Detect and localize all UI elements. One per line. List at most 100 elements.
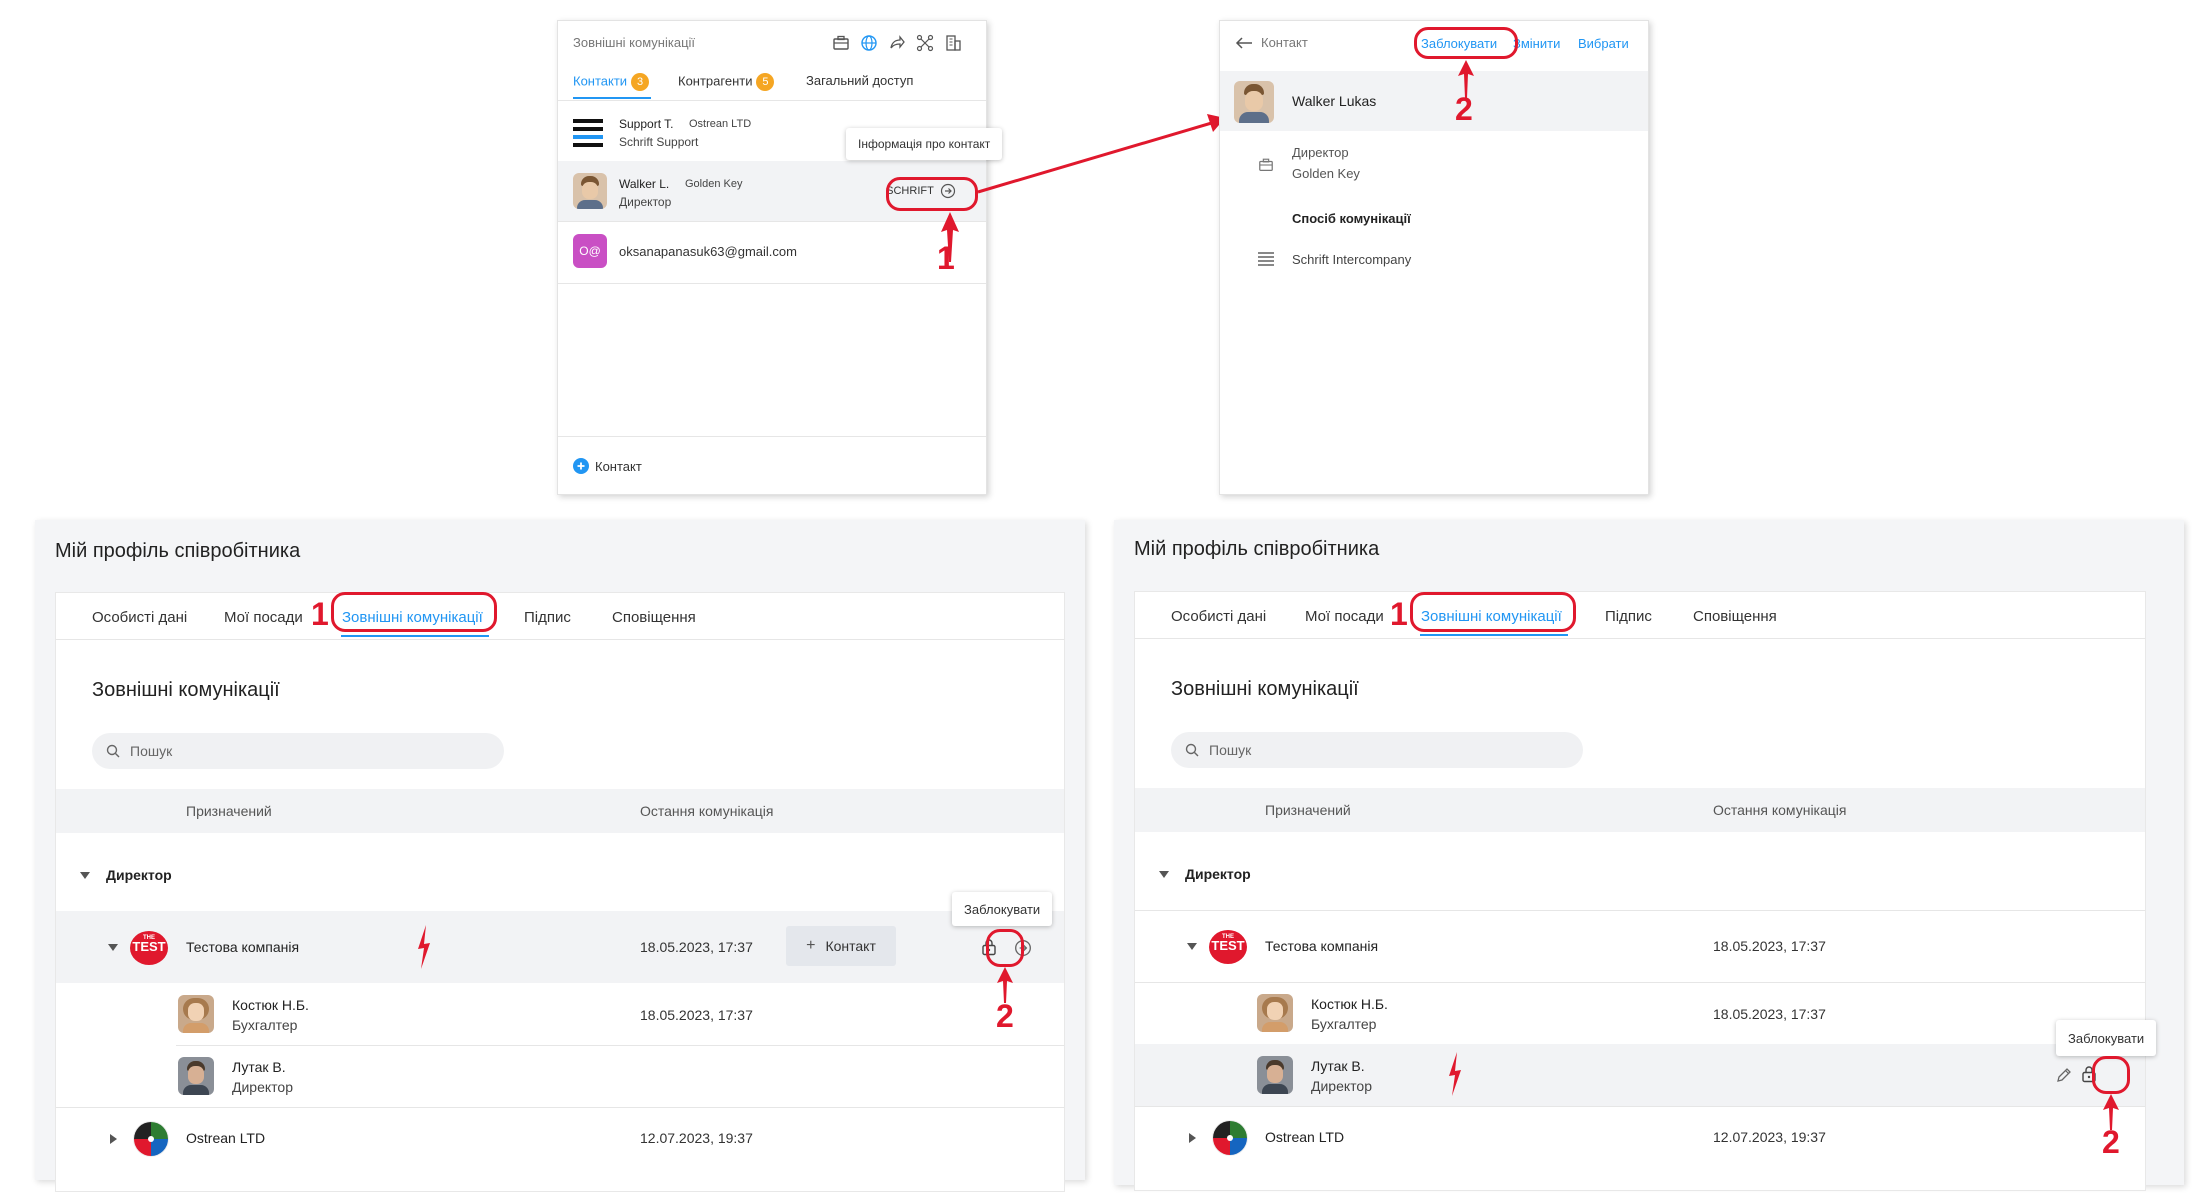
list-item[interactable]: O@ oksanapanasuk63@gmail.com xyxy=(558,222,986,282)
table-row[interactable]: THE TEST Тестова компанія 18.05.2023, 17… xyxy=(1135,910,2145,982)
tab-underline xyxy=(1420,634,1568,636)
contact-company: Golden Key xyxy=(685,178,743,190)
company-date: 18.05.2023, 17:37 xyxy=(640,939,753,955)
person-name: Лутак В. xyxy=(232,1059,286,1075)
logo-text: TEST xyxy=(132,939,166,954)
schrift-logo-icon xyxy=(573,119,603,147)
back-button[interactable]: Контакт xyxy=(1235,35,1308,50)
tab-signature[interactable]: Підпис xyxy=(1605,608,1652,625)
table-row[interactable]: Лутак В. Директор xyxy=(56,1045,1064,1107)
choose-button[interactable]: Вибрати xyxy=(1578,36,1629,51)
group-label: Директор xyxy=(106,867,172,883)
tab-contacts-underline xyxy=(573,97,651,99)
col-assigned: Призначений xyxy=(186,803,272,819)
connector-arrow-icon xyxy=(977,114,1225,194)
person-role: Директор xyxy=(232,1079,293,1095)
search-input[interactable]: Пошук xyxy=(1171,732,1583,768)
col-assigned: Призначений xyxy=(1265,802,1351,818)
table-row[interactable]: Ostrean LTD 12.07.2023, 19:37 xyxy=(56,1108,1064,1170)
counterparties-count-badge: 5 xyxy=(756,73,775,91)
network-icon[interactable] xyxy=(916,34,934,52)
briefcase-icon[interactable] xyxy=(832,34,850,52)
annotation-highlight xyxy=(2092,1056,2130,1094)
col-last-comm: Остання комунікація xyxy=(640,803,774,819)
tab-personal[interactable]: Особисті дані xyxy=(1171,608,1266,625)
edit-button[interactable]: Змінити xyxy=(1513,36,1560,51)
search-placeholder: Пошук xyxy=(1209,742,1252,758)
table-header: Призначений Остання комунікація xyxy=(1135,788,2145,832)
annotation-highlight xyxy=(1410,592,1576,632)
expand-icon[interactable] xyxy=(1189,1133,1196,1143)
pencil-icon[interactable] xyxy=(2055,1066,2073,1084)
contact-email: oksanapanasuk63@gmail.com xyxy=(619,244,797,259)
avatar xyxy=(1257,1056,1293,1094)
search-input[interactable]: Пошук xyxy=(92,733,504,769)
tab-personal[interactable]: Особисті дані xyxy=(92,609,187,626)
expand-icon[interactable] xyxy=(1187,943,1197,950)
plus-circle-icon xyxy=(573,458,589,474)
tab-contacts[interactable]: Контакти 3 xyxy=(573,73,650,91)
company-name: Тестова компанія xyxy=(1265,938,1379,954)
email-avatar: O@ xyxy=(573,234,607,268)
tabs-divider xyxy=(56,639,1064,640)
tab-notifications[interactable]: Сповіщення xyxy=(1693,608,1777,625)
contact-position: Директор xyxy=(1292,145,1349,160)
tab-counterparties-label: Контрагенти xyxy=(678,73,753,89)
annotation-number: 2 xyxy=(1455,91,1473,127)
annotation-number: 1 xyxy=(937,240,955,276)
table-header: Призначений Остання комунікація xyxy=(56,789,1064,833)
table-row[interactable]: Ostrean LTD 12.07.2023, 19:37 xyxy=(1135,1107,2145,1169)
person-name: Костюк Н.Б. xyxy=(232,997,309,1013)
person-role: Бухгалтер xyxy=(232,1017,298,1033)
person-name: Лутак В. xyxy=(1311,1058,1365,1074)
company-logo: THE TEST xyxy=(130,931,168,965)
expand-icon[interactable] xyxy=(110,1134,117,1144)
page-title: Мій профіль співробітника xyxy=(55,540,301,562)
logo-text: TEST xyxy=(1211,938,1245,953)
tab-signature[interactable]: Підпис xyxy=(524,609,571,626)
page-title: Мій профіль співробітника xyxy=(1134,538,1380,560)
add-contact-label: Контакт xyxy=(595,458,642,474)
comm-method: Schrift Intercompany xyxy=(1292,252,1412,267)
divider xyxy=(558,283,986,284)
tab-positions[interactable]: Мої посади xyxy=(1305,608,1384,625)
avatar xyxy=(1257,994,1293,1032)
globe-icon[interactable] xyxy=(860,34,878,52)
tab-shared-access[interactable]: Загальний доступ xyxy=(806,73,913,88)
group-label: Директор xyxy=(1185,866,1251,882)
person-role: Директор xyxy=(1311,1078,1372,1094)
building-icon[interactable] xyxy=(944,34,962,52)
company-logo xyxy=(133,1121,169,1157)
contact-sub: Schrift Support xyxy=(619,135,699,149)
search-placeholder: Пошук xyxy=(130,743,173,759)
contact-name: Support T. xyxy=(619,117,674,131)
share-icon[interactable] xyxy=(888,34,906,52)
tab-positions[interactable]: Мої посади xyxy=(224,609,303,626)
annotation-number: 2 xyxy=(996,998,1014,1034)
table-row[interactable]: THE TEST Тестова компанія 18.05.2023, 17… xyxy=(56,911,1064,983)
tab-counterparties[interactable]: Контрагенти 5 xyxy=(678,73,775,91)
contact-detail-panel: Контакт Заблокувати Змінити Вибрати Walk… xyxy=(1219,20,1649,495)
col-last-comm: Остання комунікація xyxy=(1713,802,1847,818)
tabs-divider xyxy=(1135,638,2145,639)
expand-icon[interactable] xyxy=(80,872,90,879)
contact-header: Walker Lukas xyxy=(1220,71,1648,131)
person-date: 18.05.2023, 17:37 xyxy=(640,1007,753,1023)
table-row[interactable]: Лутак В. Директор xyxy=(1135,1044,2145,1106)
tab-notifications[interactable]: Сповіщення xyxy=(612,609,696,626)
company-logo xyxy=(1212,1120,1248,1156)
search-icon xyxy=(106,744,120,758)
person-date: 18.05.2023, 17:37 xyxy=(1713,1006,1826,1022)
add-contact-button[interactable]: + Контакт xyxy=(786,926,896,966)
expand-icon[interactable] xyxy=(1159,871,1169,878)
section-title: Зовнішні комунікації xyxy=(92,679,280,701)
annotation-number: 1 xyxy=(1390,596,1408,632)
expand-icon[interactable] xyxy=(108,944,118,951)
footer-divider xyxy=(558,436,986,437)
table-row[interactable]: Костюк Н.Б. Бухгалтер 18.05.2023, 17:37 xyxy=(1135,982,2145,1044)
add-contact-button[interactable]: Контакт xyxy=(573,456,642,476)
annotation-highlight xyxy=(886,177,978,211)
contact-company: Golden Key xyxy=(1292,166,1360,181)
table-row[interactable]: Костюк Н.Б. Бухгалтер 18.05.2023, 17:37 xyxy=(56,983,1064,1045)
contact-company: Ostrean LTD xyxy=(689,118,752,130)
